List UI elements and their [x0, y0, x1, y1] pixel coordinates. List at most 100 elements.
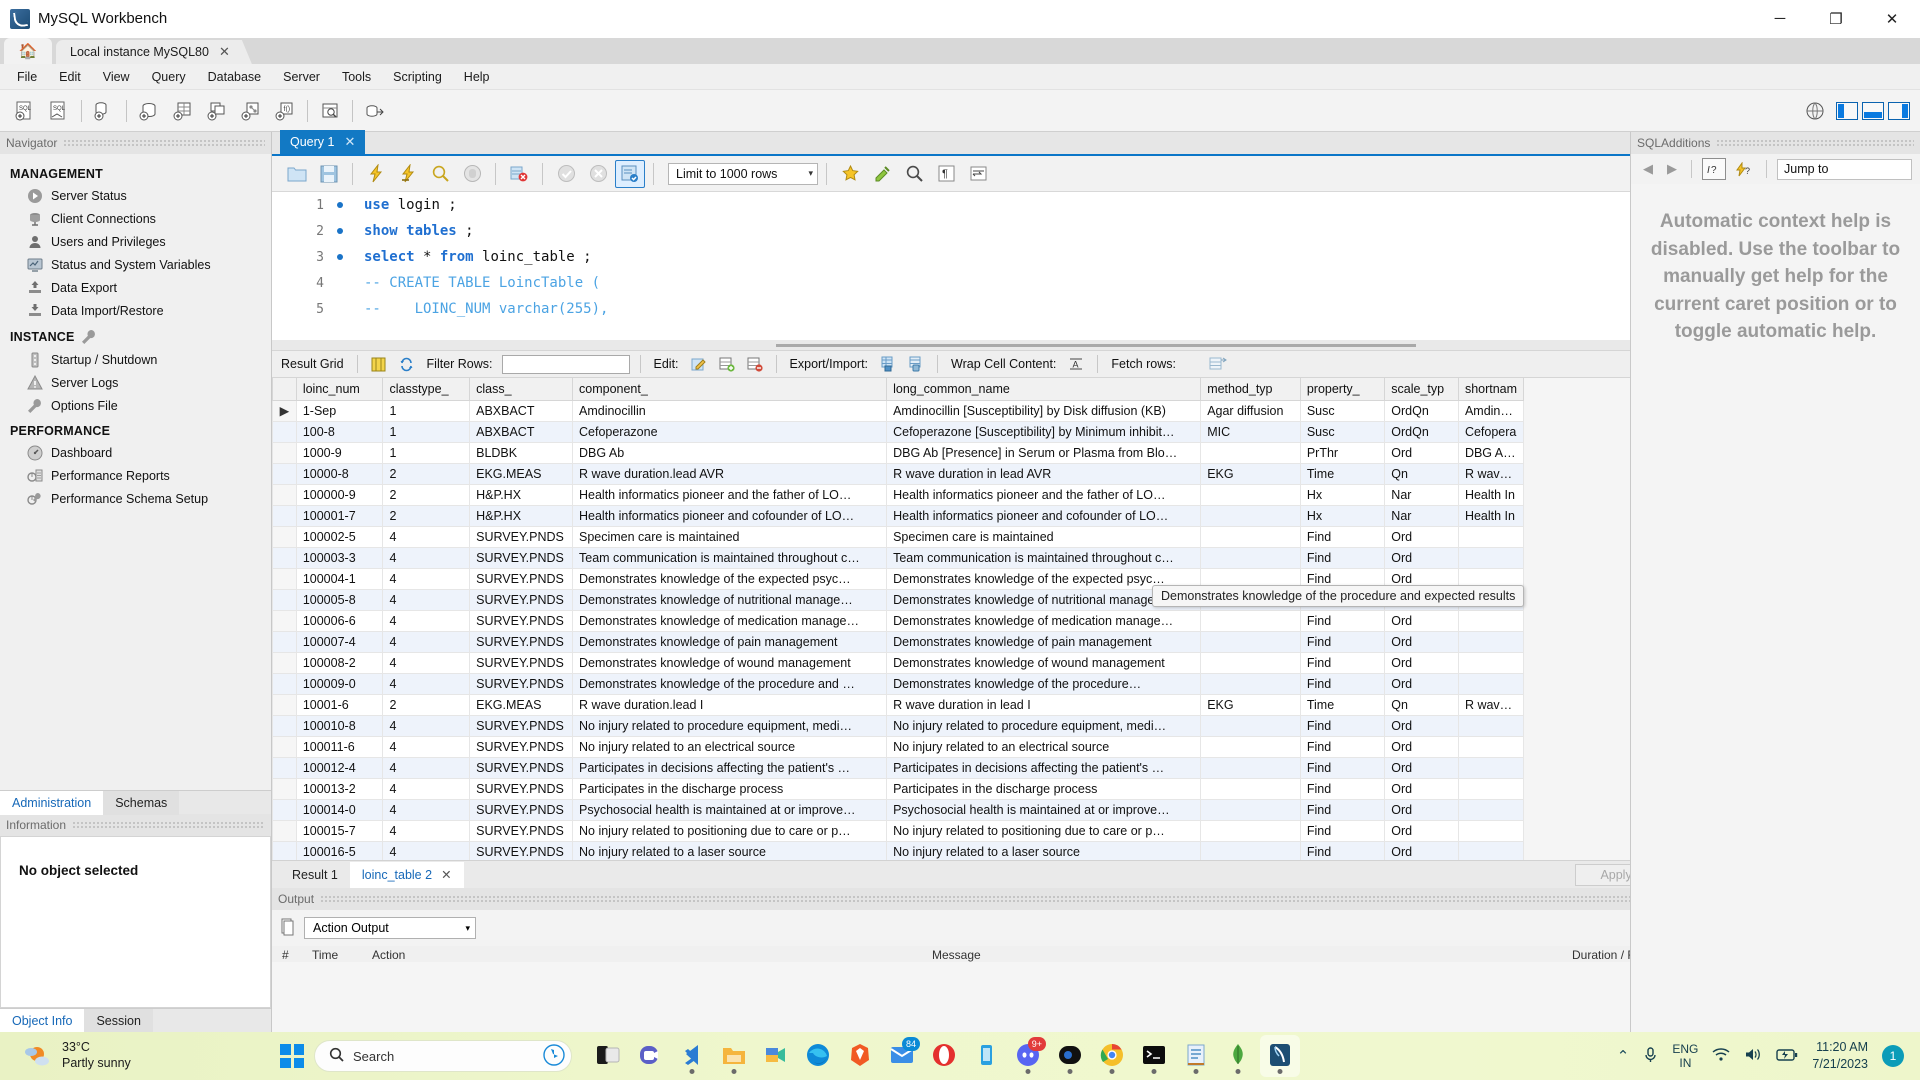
table-row[interactable]: 100008-2 4 SURVEY.PNDS Demonstrates knowled…: [272, 651, 1525, 674]
new-procedure-icon[interactable]: [236, 97, 266, 125]
cell-scale_typ[interactable]: Ord: [1384, 777, 1459, 800]
cell-scale_typ[interactable]: Ord: [1384, 714, 1459, 737]
taskbar-app-notepad[interactable]: [1176, 1035, 1216, 1077]
cell-component_[interactable]: DBG Ab: [571, 441, 888, 464]
cell-scale_typ[interactable]: Ord: [1384, 840, 1459, 860]
auto-help-toggle-icon[interactable]: ?: [1732, 158, 1756, 180]
table-row[interactable]: 100003-3 4 SURVEY.PNDS Team communication i…: [272, 546, 1525, 569]
cell-shortnam[interactable]: [1457, 672, 1525, 695]
cell-method_typ[interactable]: [1200, 441, 1301, 464]
cell-classtype_[interactable]: 4: [382, 714, 471, 737]
cell-long_common_name[interactable]: Health informatics pioneer and cofounder…: [886, 504, 1202, 527]
cell-class_[interactable]: SURVEY.PNDS: [469, 735, 573, 758]
new-connection-icon[interactable]: [89, 97, 119, 125]
cell-long_common_name[interactable]: Team communication is maintained through…: [886, 546, 1202, 569]
cell-loinc_num[interactable]: 100016-5: [295, 840, 384, 860]
search-data-icon[interactable]: [315, 97, 345, 125]
cell-scale_typ[interactable]: Ord: [1384, 735, 1459, 758]
cell-loinc_num[interactable]: 100001-7: [295, 504, 384, 527]
paragraph-icon[interactable]: ¶: [931, 160, 961, 188]
taskbar-app-brave-browser[interactable]: [840, 1035, 880, 1077]
forward-icon[interactable]: ▶: [1663, 161, 1681, 177]
cell-classtype_[interactable]: 4: [382, 609, 471, 632]
row-marker[interactable]: [272, 840, 297, 860]
cell-shortnam[interactable]: [1457, 735, 1525, 758]
cell-scale_typ[interactable]: Nar: [1384, 483, 1459, 506]
new-view-icon[interactable]: [202, 97, 232, 125]
context-help-icon[interactable]: I?: [1702, 158, 1726, 180]
table-row[interactable]: 10000-8 2 EKG.MEAS R wave duration.lead AVR…: [272, 462, 1525, 485]
cell-component_[interactable]: Psychosocial health is maintained at or …: [571, 798, 888, 821]
result-grid-scroll[interactable]: loinc_num classtype_ class_ component_ long_…: [272, 378, 1852, 860]
cell-classtype_[interactable]: 4: [382, 651, 471, 674]
back-icon[interactable]: ◀: [1639, 161, 1657, 177]
cell-class_[interactable]: SURVEY.PNDS: [469, 840, 573, 860]
column-header-property_[interactable]: property_: [1299, 378, 1386, 401]
cell-loinc_num[interactable]: 1-Sep: [295, 399, 384, 422]
fetch-rows-icon[interactable]: [1207, 353, 1229, 375]
row-marker[interactable]: [272, 630, 297, 653]
cell-classtype_[interactable]: 1: [382, 420, 471, 443]
cell-classtype_[interactable]: 4: [382, 630, 471, 653]
home-tab[interactable]: 🏠: [4, 38, 52, 64]
cell-classtype_[interactable]: 4: [382, 567, 471, 590]
cell-classtype_[interactable]: 4: [382, 840, 471, 860]
cell-classtype_[interactable]: 4: [382, 546, 471, 569]
filter-rows-input[interactable]: [501, 354, 630, 374]
cell-method_typ[interactable]: [1200, 735, 1301, 758]
row-marker[interactable]: [272, 588, 297, 611]
cell-classtype_[interactable]: 1: [382, 399, 471, 422]
cell-long_common_name[interactable]: Amdinocillin [Susceptibility] by Disk di…: [886, 399, 1202, 422]
cell-shortnam[interactable]: [1457, 630, 1525, 653]
sidebar-item-users-and-privileges[interactable]: Users and Privileges: [0, 230, 271, 253]
star-icon[interactable]: [835, 160, 865, 188]
cell-component_[interactable]: Health informatics pioneer and cofounder…: [571, 504, 888, 527]
sidebar-item-status-and-system-variables[interactable]: Status and System Variables: [0, 253, 271, 276]
cell-component_[interactable]: Demonstrates knowledge of medication man…: [571, 609, 888, 632]
table-row[interactable]: ▶ 1-Sep 1 ABXBACT Amdinocillin Amdinocillin […: [272, 399, 1525, 422]
toggle-breakpoint-icon[interactable]: [504, 160, 534, 188]
cell-method_typ[interactable]: [1200, 546, 1301, 569]
cell-scale_typ[interactable]: Ord: [1384, 798, 1459, 821]
close-icon[interactable]: ✕: [344, 134, 355, 150]
cell-property_[interactable]: Find: [1299, 546, 1386, 569]
cell-long_common_name[interactable]: Psychosocial health is maintained at or …: [886, 798, 1202, 821]
tray-chevron-icon[interactable]: ⌃: [1617, 1047, 1630, 1065]
cell-component_[interactable]: No injury related to procedure equipment…: [571, 714, 888, 737]
cell-component_[interactable]: Amdinocillin: [571, 399, 888, 422]
cell-loinc_num[interactable]: 100014-0: [295, 798, 384, 821]
cell-classtype_[interactable]: 4: [382, 756, 471, 779]
menu-file[interactable]: File: [6, 67, 48, 87]
cell-long_common_name[interactable]: Cefoperazone [Susceptibility] by Minimum…: [886, 420, 1202, 443]
row-marker[interactable]: [272, 567, 297, 590]
import-recordset-icon[interactable]: [905, 353, 927, 375]
cell-shortnam[interactable]: [1457, 756, 1525, 779]
cell-loinc_num[interactable]: 100009-0: [295, 672, 384, 695]
open-file-icon[interactable]: [282, 160, 312, 188]
sidebar-item-data-import-restore[interactable]: Data Import/Restore: [0, 299, 271, 322]
cell-property_[interactable]: Time: [1299, 462, 1386, 485]
cell-property_[interactable]: Find: [1299, 819, 1386, 842]
cell-loinc_num[interactable]: 100003-3: [295, 546, 384, 569]
menu-tools[interactable]: Tools: [331, 67, 382, 87]
cell-shortnam[interactable]: Cefopera: [1457, 420, 1525, 443]
sidebar-item-dashboard[interactable]: Dashboard: [0, 441, 271, 464]
cell-property_[interactable]: Find: [1299, 777, 1386, 800]
sidebar-item-server-status[interactable]: Server Status: [0, 184, 271, 207]
cell-long_common_name[interactable]: Participates in decisions affecting the …: [886, 756, 1202, 779]
cell-scale_typ[interactable]: OrdQn: [1384, 420, 1459, 443]
cell-shortnam[interactable]: Amdinocil: [1457, 399, 1525, 422]
cell-property_[interactable]: Find: [1299, 609, 1386, 632]
cell-class_[interactable]: BLDBK: [469, 441, 573, 464]
new-function-icon[interactable]: f(): [270, 97, 300, 125]
cell-classtype_[interactable]: 4: [382, 672, 471, 695]
cell-long_common_name[interactable]: Demonstrates knowledge of pain managemen…: [886, 630, 1202, 653]
cell-method_typ[interactable]: [1200, 483, 1301, 506]
cell-method_typ[interactable]: Agar diffusion: [1200, 399, 1301, 422]
notification-badge[interactable]: 1: [1882, 1045, 1904, 1067]
menu-database[interactable]: Database: [197, 67, 273, 87]
execute-icon[interactable]: [361, 160, 391, 188]
cell-component_[interactable]: Demonstrates knowledge of the expected p…: [571, 567, 888, 590]
cell-loinc_num[interactable]: 100015-7: [295, 819, 384, 842]
cell-loinc_num[interactable]: 100000-9: [295, 483, 384, 506]
